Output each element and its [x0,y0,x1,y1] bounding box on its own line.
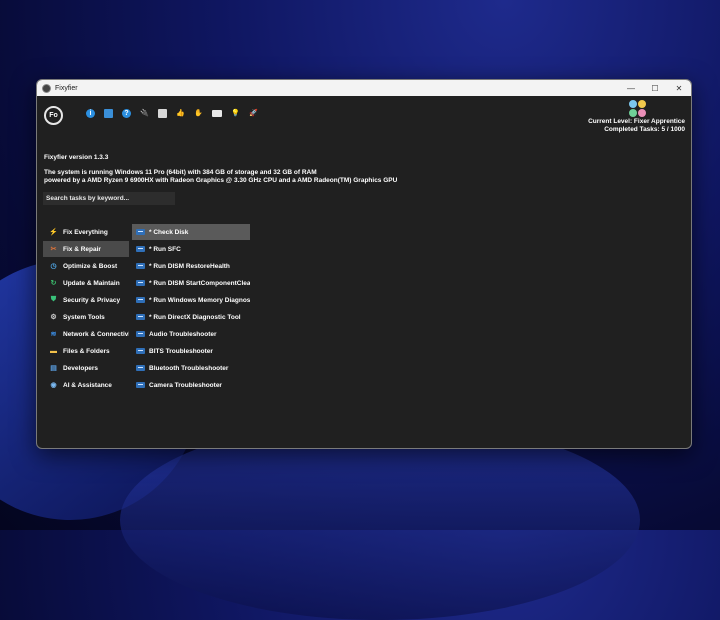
level-badge-dot [638,109,646,117]
gear-icon: ⚙ [50,314,57,321]
shopping-bag-icon[interactable] [158,109,167,118]
toolbar: i? 🔌 👍 ✋ 💡 🚀 [86,109,258,118]
category-item[interactable]: ◷ Optimize & Boost [43,258,129,274]
task-item[interactable]: * Run DirectX Diagnostic Tool [132,309,250,325]
update-icon: ↻ [50,280,57,287]
task-label: * Run DISM StartComponentCleanup [149,279,250,287]
category-label: Fix Everything [63,228,108,236]
level-badge-dot [629,109,637,117]
rocket-icon[interactable]: 🚀 [249,109,258,118]
maximize-button[interactable]: ☐ [643,84,667,93]
window-title: Fixyfier [55,84,78,92]
task-list: * Check Disk * Run SFC * Run DISM RestoreH… [132,224,250,394]
version-label: Fixyfier version 1.3.3 [44,154,109,161]
current-level: Current Level: Fixer Apprentice [588,118,685,125]
level-badge-dot [638,100,646,108]
category-item[interactable]: ⚙ System Tools [43,309,129,325]
category-item[interactable]: ◉ AI & Assistance [43,377,129,393]
close-button[interactable]: ✕ [667,84,691,93]
shield-icon: ⛊ [50,296,57,303]
task-icon [136,382,145,388]
level-badge-dot [629,100,637,108]
speedometer-icon: ◷ [50,263,57,270]
category-label: Developers [63,364,99,372]
plug-icon[interactable]: 🔌 [140,109,149,118]
task-item[interactable]: Bluetooth Troubleshooter [132,360,250,376]
task-item[interactable]: * Run DISM StartComponentCleanup [132,275,250,291]
document-icon[interactable] [104,109,113,118]
task-label: * Check Disk [149,228,189,236]
folder-icon: ▬ [50,347,57,355]
info-icon[interactable]: i [86,109,95,118]
task-icon [136,314,145,320]
category-item[interactable]: ⛊ Security & Privacy [43,292,129,308]
category-label: Fix & Repair [63,245,101,253]
category-label: Network & Connectivity [63,330,129,338]
task-icon [136,331,145,337]
category-item[interactable]: ✂ Fix & Repair [43,241,129,257]
task-icon [136,229,145,235]
system-info: The system is running Windows 11 Pro (64… [44,169,397,185]
task-label: Audio Troubleshooter [149,330,217,338]
task-item[interactable]: Audio Troubleshooter [132,326,250,342]
id-card-icon[interactable] [212,110,222,117]
category-label: Security & Privacy [63,296,121,304]
completed-tasks: Completed Tasks: 5 / 1000 [604,126,685,133]
category-item[interactable]: ⚡ Fix Everything [43,224,129,240]
task-label: * Run DirectX Diagnostic Tool [149,313,241,321]
main-content: Fo i? 🔌 👍 ✋ 💡 🚀 Current Level: Fixer Apprenti… [37,96,691,448]
search-input[interactable] [43,192,175,205]
category-list: ⚡ Fix Everything ✂ Fix & Repair ◷ Optimize & … [43,224,129,394]
category-item[interactable]: ▤ Developers [43,360,129,376]
system-info-line: The system is running Windows 11 Pro (64… [44,169,317,176]
category-label: Optimize & Boost [63,262,118,270]
task-item[interactable]: * Check Disk [132,224,250,240]
category-label: Files & Folders [63,347,110,355]
task-item[interactable]: * Run DISM RestoreHealth [132,258,250,274]
donate-hand-icon[interactable]: ✋ [194,109,203,118]
task-label: Camera Troubleshooter [149,381,222,389]
category-label: AI & Assistance [63,381,112,389]
app-icon [42,83,51,93]
help-icon[interactable]: ? [122,109,131,118]
level-badge-icon [629,100,646,117]
lightbulb-icon[interactable]: 💡 [231,109,240,118]
category-label: System Tools [63,313,105,321]
category-item[interactable]: ↻ Update & Maintain [43,275,129,291]
task-item[interactable]: * Run SFC [132,241,250,257]
tools-icon: ✂ [50,246,57,253]
code-file-icon: ▤ [50,365,57,372]
category-item[interactable]: ≋ Network & Connectivity [43,326,129,342]
task-icon [136,297,145,303]
task-item[interactable]: BITS Troubleshooter [132,343,250,359]
task-label: * Run Windows Memory Diagnostic [149,296,250,304]
task-item[interactable]: * Run Windows Memory Diagnostic [132,292,250,308]
task-label: BITS Troubleshooter [149,347,213,355]
task-item[interactable]: Camera Troubleshooter [132,377,250,393]
title-bar[interactable]: Fixyfier — ☐ ✕ [37,80,691,96]
task-icon [136,263,145,269]
category-label: Update & Maintain [63,279,120,287]
task-icon [136,365,145,371]
task-label: * Run DISM RestoreHealth [149,262,230,270]
system-info-line: powered by a AMD Ryzen 9 6900HX with Rad… [44,177,398,184]
wallpaper-swoosh [120,420,640,620]
task-icon [136,348,145,354]
logo: Fo [44,106,63,125]
task-label: Bluetooth Troubleshooter [149,364,229,372]
thumbs-up-icon[interactable]: 👍 [176,109,185,118]
ai-brain-icon: ◉ [50,382,57,389]
category-item[interactable]: ▬ Files & Folders [43,343,129,359]
lightning-icon: ⚡ [49,229,58,236]
task-label: * Run SFC [149,245,181,253]
wifi-icon: ≋ [50,331,57,338]
task-icon [136,246,145,252]
task-icon [136,280,145,286]
level-status: Current Level: Fixer Apprentice Complete… [588,118,685,134]
minimize-button[interactable]: — [619,84,643,93]
app-window: Fixyfier — ☐ ✕ Fo i? 🔌 👍 ✋ 💡 🚀 Current Level:… [36,79,692,449]
